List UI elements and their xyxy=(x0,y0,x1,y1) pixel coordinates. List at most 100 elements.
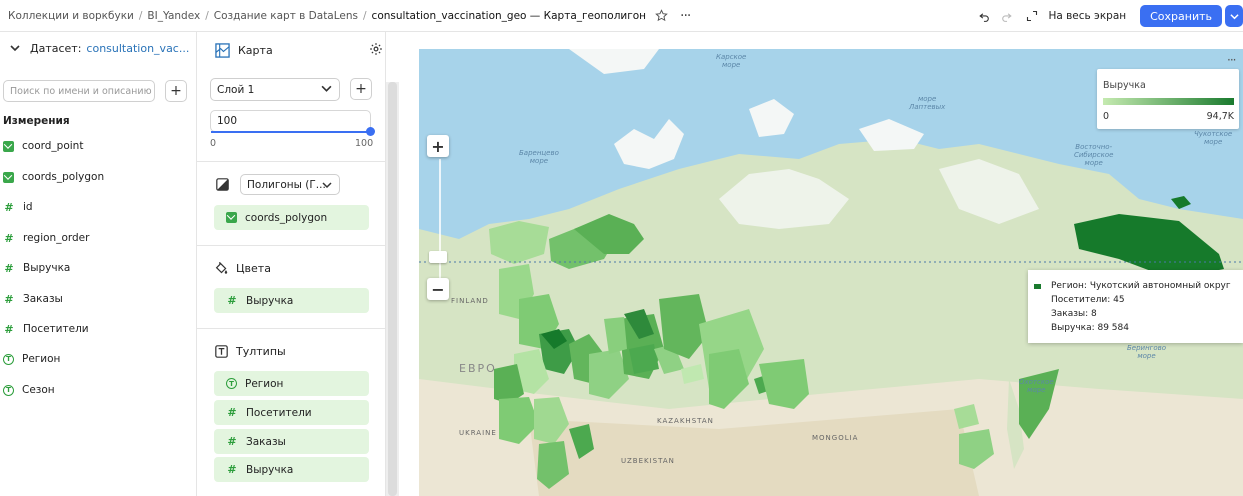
hash-icon: # xyxy=(227,463,237,476)
visualization-panel: Карта Слой 1 + 100 0 100 Полигоны (Г... … xyxy=(197,32,386,496)
map-label: KAZAKHSTAN xyxy=(657,417,714,425)
tooltip-visitors: Посетители: 45 xyxy=(1051,295,1125,305)
colors-field-chip[interactable]: # Выручка xyxy=(214,288,369,313)
opacity-input[interactable]: 100 xyxy=(210,110,371,132)
panel-scrollbar[interactable] xyxy=(386,82,399,496)
dataset-header[interactable]: Датасет: consultation_vac... xyxy=(0,32,196,64)
tooltip-color-swatch xyxy=(1034,283,1041,289)
plus-icon: + xyxy=(355,81,367,97)
zoom-handle[interactable] xyxy=(429,251,447,263)
geo-icon xyxy=(3,140,14,152)
field-item[interactable]: # Посетители xyxy=(3,321,88,337)
map-label: море Лаптевых xyxy=(909,95,946,111)
dataset-label: Датасет: xyxy=(30,41,82,55)
undo-icon[interactable] xyxy=(978,10,991,23)
opacity-slider-fill xyxy=(211,131,370,133)
field-search-input[interactable]: Поиск по имени и описанию xyxy=(3,80,155,102)
divider xyxy=(197,245,386,246)
add-layer-button[interactable]: + xyxy=(350,78,372,100)
opacity-slider[interactable] xyxy=(211,127,375,136)
hash-icon: # xyxy=(4,200,14,214)
save-button[interactable]: Сохранить xyxy=(1140,5,1222,27)
opacity-max-label: 100 xyxy=(355,138,374,149)
map-label: MONGOLIA xyxy=(812,434,859,442)
chevron-down-icon xyxy=(321,85,332,92)
map-label: Восточно- Сибирское море xyxy=(1074,143,1114,167)
dataset-name-link[interactable]: consultation_vac... xyxy=(86,42,189,55)
hash-icon: # xyxy=(4,261,14,275)
add-field-button[interactable]: + xyxy=(165,80,187,102)
tooltip-field-chip[interactable]: T Регион xyxy=(214,371,369,396)
text-box-icon xyxy=(215,345,228,358)
fullscreen-button[interactable]: На весь экран xyxy=(1048,10,1126,22)
legend-max: 94,7K xyxy=(1206,111,1234,122)
zoom-track[interactable] xyxy=(439,159,441,289)
map-label: Берингово море xyxy=(1127,344,1167,360)
opacity-min-label: 0 xyxy=(210,138,217,149)
field-item[interactable]: coord_point xyxy=(3,138,83,154)
map-label: Карское море xyxy=(716,53,747,69)
top-bar: Коллекции и воркбуки / BI_Yandex / Созда… xyxy=(0,0,1243,32)
field-item[interactable]: coords_polygon xyxy=(3,169,104,185)
geometry-type-select[interactable]: Полигоны (Г... xyxy=(240,174,340,195)
hash-icon: # xyxy=(227,406,237,419)
field-item[interactable]: # region_order xyxy=(3,230,89,246)
legend-title: Выручка xyxy=(1103,80,1146,91)
map-canvas[interactable]: Карское море море Лаптевых Баренцево море Ч… xyxy=(419,49,1243,496)
hash-icon: # xyxy=(4,322,14,336)
tooltip-field-chip[interactable]: # Заказы xyxy=(214,429,369,454)
viz-type-selector[interactable]: Карта xyxy=(215,43,273,58)
more-icon[interactable]: ··· xyxy=(680,8,691,24)
save-options-button[interactable] xyxy=(1225,5,1243,27)
map-label: Баренцево море xyxy=(519,149,559,165)
plus-icon: + xyxy=(170,83,182,99)
geo-icon xyxy=(3,171,14,183)
layer-select[interactable]: Слой 1 xyxy=(210,78,340,101)
breadcrumb-separator: / xyxy=(205,9,209,22)
fullscreen-icon[interactable] xyxy=(1026,10,1038,22)
tooltip-revenue: Выручка: 89 584 xyxy=(1051,323,1129,333)
tooltips-section-title: Тултипы xyxy=(215,345,286,358)
minus-icon: − xyxy=(431,279,445,299)
map-label: ЕВРО xyxy=(459,362,497,375)
tooltip-region: Регион: Чукотский автономный округ xyxy=(1051,281,1231,291)
geometry-icon xyxy=(216,178,229,191)
text-icon: T xyxy=(3,353,14,365)
breadcrumb: Коллекции и воркбуки / BI_Yandex / Созда… xyxy=(0,8,691,24)
geo-icon xyxy=(226,212,237,223)
map-label: Охотское море xyxy=(1019,378,1054,394)
breadcrumb-item-workbook[interactable]: Создание карт в DataLens xyxy=(214,10,358,22)
redo-icon[interactable] xyxy=(1000,10,1013,23)
opacity-slider-handle[interactable] xyxy=(366,127,375,136)
field-item[interactable]: # Заказы xyxy=(3,291,62,307)
map-label: Чукотское море xyxy=(1194,130,1233,146)
hash-icon: # xyxy=(227,294,237,307)
map-more-icon[interactable]: ··· xyxy=(1227,53,1237,67)
legend-gradient xyxy=(1103,98,1234,105)
breadcrumb-separator: / xyxy=(363,9,367,22)
map-label: UZBEKISTAN xyxy=(621,457,675,465)
tooltip-field-chip[interactable]: # Посетители xyxy=(214,400,369,425)
dataset-panel: Датасет: consultation_vac... Поиск по им… xyxy=(0,32,197,496)
field-item[interactable]: # Выручка xyxy=(3,260,70,276)
tooltip-orders: Заказы: 8 xyxy=(1051,309,1097,319)
map-legend: Выручка 0 94,7K xyxy=(1097,69,1239,129)
zoom-out-button[interactable]: − xyxy=(427,278,449,300)
field-item[interactable]: T Регион xyxy=(3,351,60,367)
field-item[interactable]: T Сезон xyxy=(3,382,55,398)
hash-icon: # xyxy=(4,231,14,245)
region-tooltip: Регион: Чукотский автономный округ Посет… xyxy=(1028,270,1243,343)
scrollbar-thumb[interactable] xyxy=(388,82,397,496)
map-icon xyxy=(215,43,230,58)
gear-icon[interactable] xyxy=(369,42,383,56)
chevron-down-icon[interactable] xyxy=(10,43,20,53)
breadcrumb-item-bi-yandex[interactable]: BI_Yandex xyxy=(147,10,200,22)
breadcrumb-item-collections[interactable]: Коллекции и воркбуки xyxy=(8,10,134,22)
tooltip-field-chip[interactable]: # Выручка xyxy=(214,457,369,482)
geometry-field-chip[interactable]: coords_polygon xyxy=(214,205,369,230)
zoom-in-button[interactable]: + xyxy=(427,135,449,157)
chevron-down-icon xyxy=(1229,13,1239,19)
field-item[interactable]: # id xyxy=(3,199,32,215)
legend-min: 0 xyxy=(1103,111,1110,122)
star-icon[interactable] xyxy=(655,9,668,22)
